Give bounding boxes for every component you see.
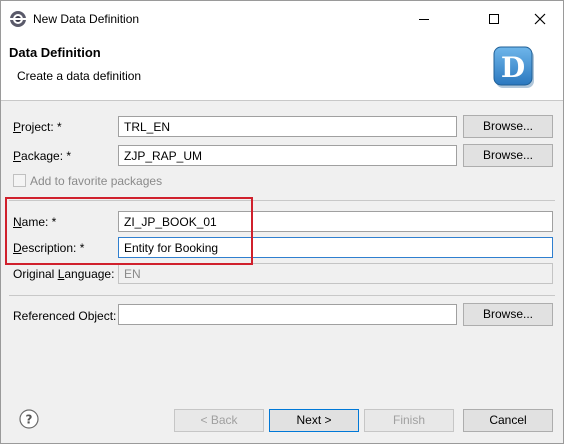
window-title: New Data Definition [33,12,140,26]
finish-button[interactable]: Finish [364,409,454,432]
project-browse-button[interactable]: Browse... [463,115,553,138]
data-definition-logo-icon: D [493,46,534,88]
help-icon[interactable]: ? [19,409,39,429]
referenced-object-field[interactable] [118,304,457,325]
maximize-icon [489,14,499,24]
eclipse-app-icon [10,11,26,27]
referenced-object-browse-button[interactable]: Browse... [463,303,553,326]
close-icon [534,13,546,25]
separator [9,295,555,296]
project-field[interactable]: TRL_EN [118,116,457,137]
close-button[interactable] [517,1,563,37]
back-button[interactable]: < Back [174,409,264,432]
title-bar: New Data Definition [1,1,563,37]
package-browse-button[interactable]: Browse... [463,144,553,167]
package-field[interactable]: ZJP_RAP_UM [118,145,457,166]
referenced-object-label: Referenced Object: [13,309,117,323]
page-subtitle: Create a data definition [17,69,142,83]
cancel-button[interactable]: Cancel [463,409,553,432]
svg-text:?: ? [26,413,33,427]
package-label: Package: * [13,149,72,163]
svg-text:D: D [501,51,525,84]
maximize-button[interactable] [471,1,517,37]
page-title: Data Definition [9,45,101,60]
project-label: Project: * [13,120,62,134]
original-language-label: Original Language: [13,267,115,281]
highlight-box [5,197,253,265]
minimize-icon [419,19,429,20]
wizard-header: Data Definition Create a data definition… [1,37,563,101]
original-language-field: EN [118,263,553,284]
add-to-favorites-label: Add to favorite packages [30,174,163,188]
minimize-button[interactable] [401,1,447,37]
add-to-favorites-checkbox[interactable] [13,174,26,187]
next-button[interactable]: Next > [269,409,359,432]
new-data-definition-dialog: New Data Definition Data Definition Crea… [0,0,564,444]
